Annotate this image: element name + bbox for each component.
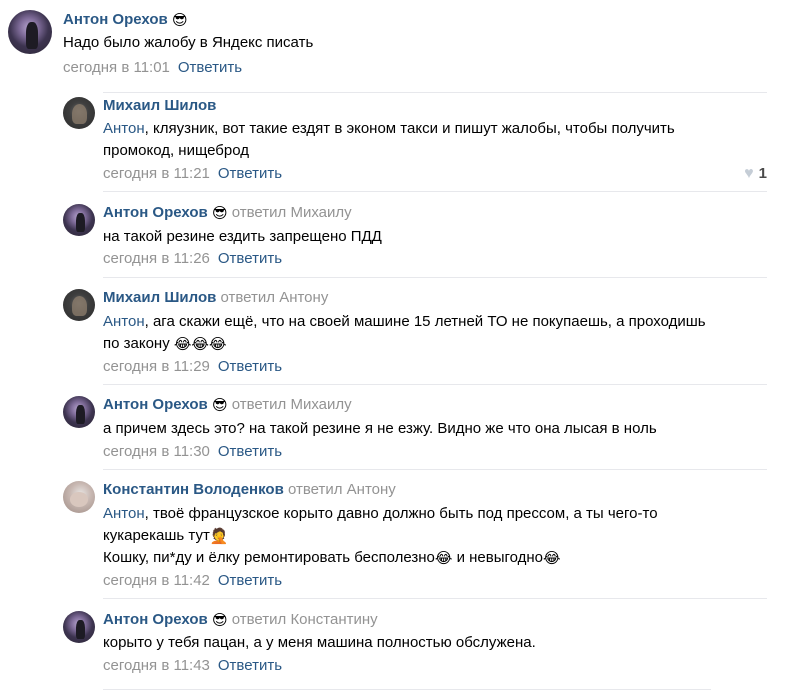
comment-date[interactable]: сегодня в 11:01 — [63, 59, 170, 76]
comment-text: корыто у тебя пацан, а у меня машина пол… — [103, 634, 536, 651]
comment-meta: сегодня в 11:26 Ответить — [103, 249, 282, 269]
comment-header: Михаил Шилов ответил Антону — [103, 288, 328, 308]
comment-meta: сегодня в 11:42 Ответить — [103, 571, 282, 591]
comment-meta: сегодня в 11:30 Ответить — [103, 442, 282, 462]
divider — [103, 92, 767, 93]
reply-to-label[interactable]: ответил Михаилу — [232, 396, 352, 413]
comments-thread: Антон Орехов 😎 Надо было жалобу в Яндекс… — [0, 0, 791, 691]
avatar-mikhail[interactable] — [63, 289, 95, 321]
author-name[interactable]: Антон Орехов — [103, 396, 208, 413]
comment-date[interactable]: сегодня в 11:26 — [103, 250, 210, 267]
comment-header: Антон Орехов 😎 ответил Константину — [103, 610, 378, 630]
comment-header: Константин Володенков ответил Антону — [103, 480, 396, 500]
comment-meta: сегодня в 11:21 Ответить — [103, 164, 282, 184]
divider — [103, 191, 767, 192]
comment-text-line: Антон, кляузник, вот такие ездят в эконо… — [103, 118, 675, 140]
reply-button[interactable]: Ответить — [218, 657, 282, 674]
facepalm-emoji-icon: 🤦 — [209, 527, 229, 545]
comment-text-line: кукарекашь тут🤦 — [103, 525, 229, 547]
comment-text: Кошку, пи*ду и ёлку ремонтировать беспол… — [103, 549, 435, 566]
author-name[interactable]: Антон Орехов — [103, 204, 208, 221]
comment-header: Антон Орехов 😎 ответил Михаилу — [103, 395, 352, 415]
comment-date[interactable]: сегодня в 11:43 — [103, 657, 210, 674]
divider — [103, 598, 767, 599]
comment-text: на такой резине ездить запрещено ПДД — [103, 228, 382, 245]
reply-button[interactable]: Ответить — [178, 59, 242, 76]
comment-text: Надо было жалобу в Яндекс писать — [63, 34, 314, 51]
avatar-anton[interactable] — [8, 10, 52, 54]
avatar-anton[interactable] — [63, 204, 95, 236]
author-name[interactable]: Михаил Шилов — [103, 97, 216, 114]
divider — [103, 469, 767, 470]
comment-date[interactable]: сегодня в 11:42 — [103, 572, 210, 589]
comment-text-line: Антон, твоё французское корыто давно дол… — [103, 503, 658, 525]
comment-meta: сегодня в 11:43 Ответить — [103, 656, 282, 676]
comment-text: а причем здесь это? на такой резине я не… — [103, 420, 657, 437]
author-name[interactable]: Михаил Шилов — [103, 289, 216, 306]
sunglasses-emoji-icon: 😎 — [171, 11, 188, 29]
comment-text-line: промокод, нищеброд — [103, 142, 250, 159]
comment-text-line: Кошку, пи*ду и ёлку ремонтировать беспол… — [103, 547, 561, 569]
divider — [103, 277, 767, 278]
comment-date[interactable]: сегодня в 11:29 — [103, 358, 210, 375]
laughing-emoji-icon: 😂😂😂 — [173, 335, 227, 353]
comment-header: Антон Орехов 😎 ответил Михаилу — [103, 203, 352, 223]
comment-meta: сегодня в 11:29 Ответить — [103, 357, 282, 377]
author-name[interactable]: Антон Орехов — [103, 611, 208, 628]
comment-text: и невыгодно — [452, 549, 544, 566]
comment-date[interactable]: сегодня в 11:30 — [103, 443, 210, 460]
avatar-konstantin[interactable] — [63, 481, 95, 513]
author-name[interactable]: Антон Орехов — [63, 11, 168, 28]
reply-to-label[interactable]: ответил Константину — [232, 611, 378, 628]
reply-to-label[interactable]: ответил Антону — [221, 289, 329, 306]
sunglasses-emoji-icon: 😎 — [211, 611, 228, 629]
mention-link[interactable]: Антон — [103, 505, 145, 522]
reply-to-label[interactable]: ответил Антону — [288, 481, 396, 498]
avatar-anton[interactable] — [63, 396, 95, 428]
mention-link[interactable]: Антон — [103, 120, 145, 137]
author-name[interactable]: Константин Володенков — [103, 481, 284, 498]
comment-text-line: Антон, ага скажи ещё, что на своей машин… — [103, 311, 706, 333]
divider — [103, 689, 711, 690]
like-button[interactable]: ♥ 1 — [744, 164, 767, 184]
comment-text: , твоё французское корыто давно должно б… — [144, 505, 658, 522]
reply-button[interactable]: Ответить — [218, 250, 282, 267]
reply-button[interactable]: Ответить — [218, 443, 282, 460]
avatar-anton[interactable] — [63, 611, 95, 643]
heart-icon: ♥ — [744, 165, 754, 182]
comment-text: кукарекашь тут — [103, 527, 210, 544]
reply-to-label[interactable]: ответил Михаилу — [232, 204, 352, 221]
comment-meta: сегодня в 11:01 Ответить — [63, 58, 242, 78]
comment-header: Антон Орехов 😎 — [63, 10, 188, 30]
comment-text: , кляузник, вот такие ездят в эконом так… — [144, 120, 675, 137]
comment-text: , ага скажи ещё, что на своей машине 15 … — [144, 313, 706, 330]
comment-header: Михаил Шилов — [103, 96, 216, 116]
laughing-emoji-icon: 😂 — [543, 549, 561, 567]
laughing-emoji-icon: 😂 — [434, 549, 453, 567]
avatar-mikhail[interactable] — [63, 97, 95, 129]
comment-text: по закону — [103, 335, 170, 352]
reply-button[interactable]: Ответить — [218, 572, 282, 589]
reply-button[interactable]: Ответить — [218, 165, 282, 182]
like-count: 1 — [758, 165, 767, 182]
divider — [103, 384, 767, 385]
comment-text-line: по закону 😂😂😂 — [103, 333, 226, 355]
comment-date[interactable]: сегодня в 11:21 — [103, 165, 210, 182]
sunglasses-emoji-icon: 😎 — [211, 396, 228, 414]
reply-button[interactable]: Ответить — [218, 358, 282, 375]
sunglasses-emoji-icon: 😎 — [211, 204, 228, 222]
mention-link[interactable]: Антон — [103, 313, 145, 330]
